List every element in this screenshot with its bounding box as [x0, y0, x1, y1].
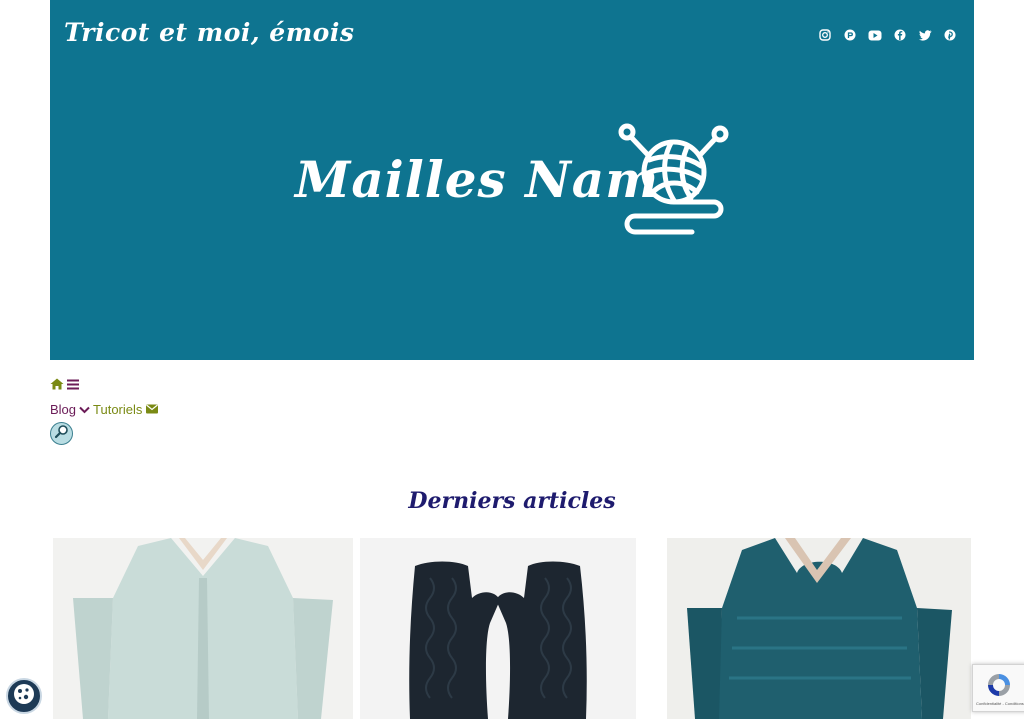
- cookie-icon: [12, 682, 36, 711]
- site-header: Tricot et moi, émois Mailles Nam: [50, 0, 974, 360]
- nav-icons: [50, 377, 79, 395]
- section-title: Derniers articles: [408, 488, 616, 514]
- ravelry-icon[interactable]: [842, 27, 858, 43]
- recaptcha-text[interactable]: Confidentialité - Conditions: [976, 701, 1024, 706]
- recaptcha-badge[interactable]: Confidentialité - Conditions: [972, 664, 1024, 712]
- hamburger-icon[interactable]: [67, 377, 79, 395]
- logo-text: Mailles Nam: [295, 150, 660, 209]
- search-button[interactable]: [50, 422, 73, 445]
- nav-blog[interactable]: Blog: [50, 402, 76, 417]
- instagram-icon[interactable]: [817, 27, 833, 43]
- article-card-2[interactable]: [360, 538, 636, 719]
- site-title[interactable]: Tricot et moi, émois: [64, 18, 354, 47]
- site-logo[interactable]: Mailles Nam: [295, 122, 735, 242]
- social-links: [817, 27, 958, 43]
- main-nav: Blog Tutoriels: [50, 402, 159, 417]
- youtube-icon[interactable]: [867, 27, 883, 43]
- article-card-1[interactable]: [53, 538, 353, 719]
- yarn-ball-icon: [618, 123, 729, 235]
- magnifier-icon: [54, 424, 69, 444]
- twitter-icon[interactable]: [917, 27, 933, 43]
- article-card-3[interactable]: [667, 538, 971, 719]
- chevron-down-icon[interactable]: [79, 402, 90, 417]
- envelope-icon[interactable]: [146, 402, 159, 417]
- nav-tutorials[interactable]: Tutoriels: [93, 402, 142, 417]
- article-image-2: [360, 538, 636, 719]
- pinterest-icon[interactable]: [942, 27, 958, 43]
- cookie-consent-button[interactable]: [6, 678, 42, 714]
- home-icon[interactable]: [50, 377, 64, 395]
- recaptcha-icon: [985, 671, 1013, 704]
- facebook-icon[interactable]: [892, 27, 908, 43]
- article-image-3: [667, 538, 971, 719]
- article-image-1: [53, 538, 353, 719]
